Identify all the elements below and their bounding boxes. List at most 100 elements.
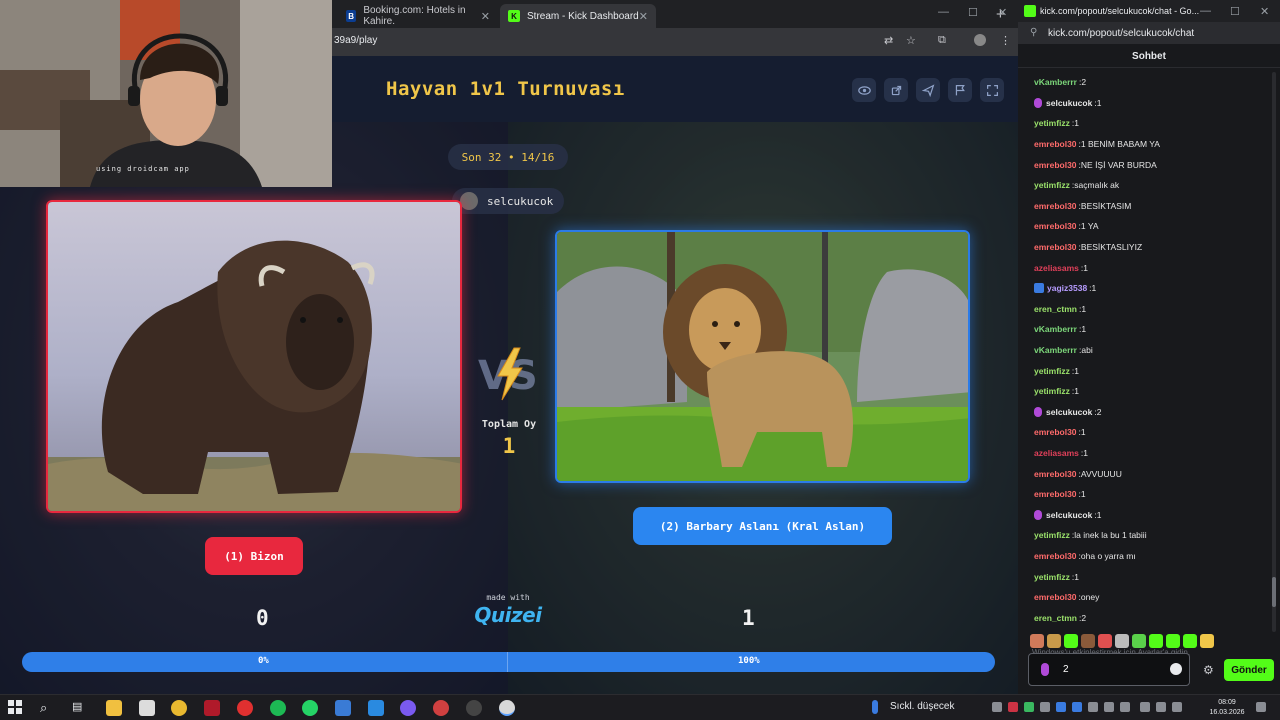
- tray-icon[interactable]: [1104, 702, 1114, 712]
- whatsapp-icon[interactable]: [302, 700, 318, 716]
- search-icon[interactable]: ⌕: [40, 700, 56, 716]
- chat-username[interactable]: azeliasams: [1034, 448, 1079, 458]
- chat-username[interactable]: yetimfizz: [1034, 572, 1070, 582]
- close-window-button[interactable]: ✕: [1260, 5, 1269, 18]
- chat-username[interactable]: emrebol30: [1034, 469, 1077, 479]
- address-bar[interactable]: 39a9/play ⇄ ☆ ⧉ ⋮: [332, 28, 1018, 56]
- chat-username[interactable]: yagiz3538: [1047, 283, 1087, 293]
- battery-icon[interactable]: [1172, 702, 1182, 712]
- url-text[interactable]: 39a9/play: [334, 35, 377, 46]
- emoji-picker-icon[interactable]: [1170, 663, 1182, 675]
- app-icon[interactable]: [204, 700, 220, 716]
- chat-username[interactable]: emrebol30: [1034, 489, 1077, 499]
- app-icon[interactable]: [335, 700, 351, 716]
- option-card-right[interactable]: [555, 230, 970, 483]
- maximize-button[interactable]: ☐: [1230, 5, 1240, 18]
- minimize-button[interactable]: —: [938, 6, 949, 18]
- weather-text[interactable]: Sıckl. düşecek: [890, 701, 954, 712]
- eye-button[interactable]: [852, 78, 876, 102]
- emote-icon[interactable]: [1132, 634, 1146, 648]
- translate-icon[interactable]: ⇄: [884, 34, 893, 47]
- tray-icon[interactable]: [1120, 702, 1130, 712]
- tab-kick-dashboard[interactable]: K Stream - Kick Dashboard ✕: [500, 4, 656, 28]
- app-icon[interactable]: [237, 700, 253, 716]
- profile-avatar[interactable]: [974, 34, 986, 46]
- emote-icon[interactable]: [1081, 634, 1095, 648]
- send-message-button[interactable]: Gönder: [1224, 659, 1274, 681]
- chat-url-text[interactable]: kick.com/popout/selcukucok/chat: [1048, 28, 1194, 39]
- emote-icon[interactable]: [1149, 634, 1163, 648]
- tray-icon[interactable]: [1040, 702, 1050, 712]
- chat-username[interactable]: eren_ctmn: [1034, 613, 1077, 623]
- tray-icon[interactable]: [992, 702, 1002, 712]
- chat-address-bar[interactable]: ⚲ kick.com/popout/selcukucok/chat: [1018, 22, 1280, 44]
- task-view-icon[interactable]: ▤: [72, 700, 88, 716]
- app-icon[interactable]: [400, 700, 416, 716]
- clock[interactable]: 08:09 16.03.2026: [1204, 698, 1250, 718]
- chat-username[interactable]: yetimfizz: [1034, 386, 1070, 396]
- maximize-button[interactable]: ☐: [968, 6, 978, 19]
- option-left-name-button[interactable]: (1) Bizon: [205, 537, 303, 575]
- share-button[interactable]: [884, 78, 908, 102]
- emote-icon[interactable]: [1183, 634, 1197, 648]
- spotify-icon[interactable]: [270, 700, 286, 716]
- chat-username[interactable]: yetimfizz: [1034, 530, 1070, 540]
- site-info-icon[interactable]: ⚲: [1030, 27, 1037, 38]
- chat-username[interactable]: emrebol30: [1034, 592, 1077, 602]
- chat-username[interactable]: emrebol30: [1034, 139, 1077, 149]
- wifi-icon[interactable]: [1140, 702, 1150, 712]
- close-icon[interactable]: ✕: [639, 10, 648, 23]
- chat-username[interactable]: emrebol30: [1034, 427, 1077, 437]
- close-window-button[interactable]: ✕: [998, 6, 1007, 19]
- send-button[interactable]: [916, 78, 940, 102]
- chat-username[interactable]: emrebol30: [1034, 242, 1077, 252]
- tray-icon[interactable]: [1024, 702, 1034, 712]
- chat-username[interactable]: emrebol30: [1034, 201, 1077, 211]
- windows-start-icon[interactable]: [8, 700, 24, 716]
- chat-scrollbar[interactable]: [1272, 72, 1276, 632]
- chat-username[interactable]: yetimfizz: [1034, 180, 1070, 190]
- chrome-icon[interactable]: [171, 700, 187, 716]
- emote-icon[interactable]: [1098, 634, 1112, 648]
- minimize-button[interactable]: —: [1200, 5, 1211, 17]
- option-card-left[interactable]: [46, 200, 462, 513]
- bookmark-star-icon[interactable]: ☆: [906, 34, 916, 47]
- emote-icon[interactable]: [1200, 634, 1214, 648]
- chat-username[interactable]: selcukucok: [1046, 407, 1092, 417]
- chat-username[interactable]: emrebol30: [1034, 551, 1077, 561]
- tray-icon[interactable]: [1088, 702, 1098, 712]
- tab-booking[interactable]: B Booking.com: Hotels in Kahire. ✕: [338, 4, 498, 28]
- volume-icon[interactable]: [1156, 702, 1166, 712]
- chat-username[interactable]: yetimfizz: [1034, 118, 1070, 128]
- extensions-icon[interactable]: ⧉: [938, 34, 946, 47]
- flag-button[interactable]: [948, 78, 972, 102]
- fullscreen-button[interactable]: [980, 78, 1004, 102]
- scrollbar-thumb[interactable]: [1272, 577, 1276, 607]
- tray-icon[interactable]: [1072, 702, 1082, 712]
- notifications-icon[interactable]: [1256, 702, 1266, 712]
- close-icon[interactable]: ✕: [481, 10, 490, 23]
- app-icon[interactable]: [368, 700, 384, 716]
- chat-username[interactable]: azeliasams: [1034, 263, 1079, 273]
- emote-icon[interactable]: [1047, 634, 1061, 648]
- chat-username[interactable]: vKamberrr: [1034, 77, 1077, 87]
- store-icon[interactable]: [139, 700, 155, 716]
- app-icon[interactable]: [433, 700, 449, 716]
- menu-icon[interactable]: ⋮: [1000, 34, 1011, 47]
- chat-username[interactable]: emrebol30: [1034, 160, 1077, 170]
- chat-username[interactable]: vKamberrr: [1034, 324, 1077, 334]
- chat-input[interactable]: 2: [1028, 653, 1190, 686]
- tray-icon[interactable]: [1008, 702, 1018, 712]
- file-explorer-icon[interactable]: [106, 700, 122, 716]
- chat-username[interactable]: selcukucok: [1046, 98, 1092, 108]
- tray-icon[interactable]: [1056, 702, 1066, 712]
- option-right-name-button[interactable]: (2) Barbary Aslanı (Kral Aslan): [633, 507, 892, 545]
- emote-icon[interactable]: [1030, 634, 1044, 648]
- quizei-logo[interactable]: Quizei: [472, 603, 544, 627]
- chat-input-value[interactable]: 2: [1063, 664, 1069, 675]
- app-icon[interactable]: [466, 700, 482, 716]
- emote-icon[interactable]: [1115, 634, 1129, 648]
- emote-icon[interactable]: [1064, 634, 1078, 648]
- chat-username[interactable]: selcukucok: [1046, 510, 1092, 520]
- chrome-icon[interactable]: [499, 700, 515, 716]
